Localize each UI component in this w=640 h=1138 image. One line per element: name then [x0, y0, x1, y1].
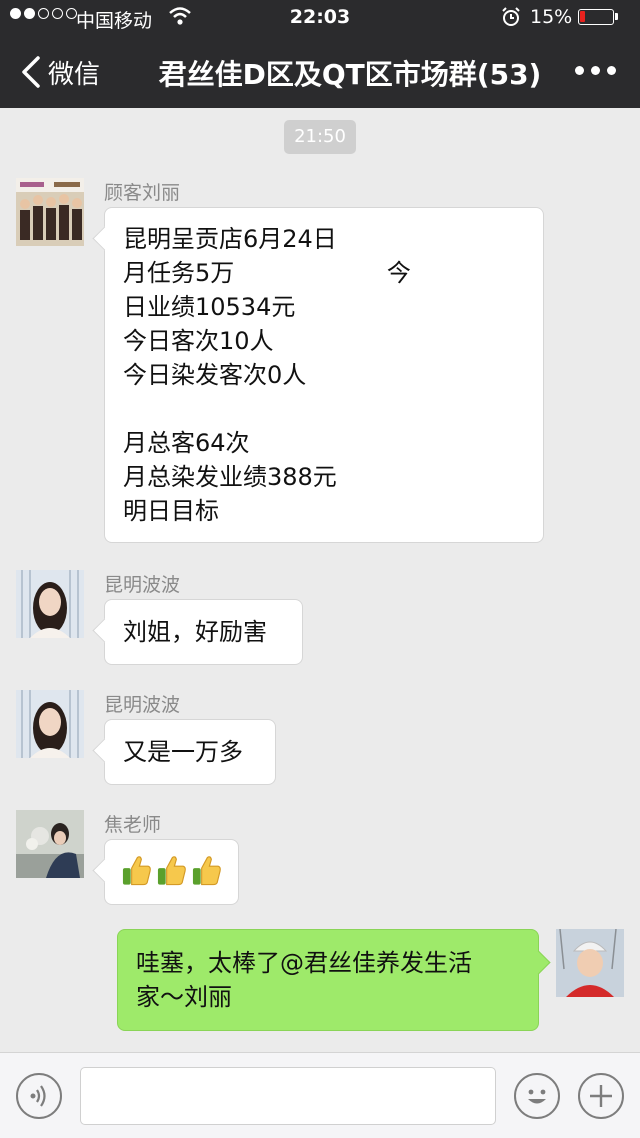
message-line: 今日染发客次0人: [123, 361, 307, 389]
avatar-customer-liuli[interactable]: [16, 178, 84, 246]
message-bubble[interactable]: 又是一万多: [104, 719, 276, 785]
message-line: 今日客次10人: [123, 327, 274, 355]
sender-name: 昆明波波: [104, 694, 181, 716]
sender-name: 昆明波波: [104, 574, 181, 596]
sender-name: 焦老师: [104, 814, 162, 836]
message-line: 家～刘丽: [136, 983, 232, 1011]
battery-percent: 15%: [530, 6, 573, 28]
sender-name: 顾客刘丽: [104, 182, 181, 204]
emoji-icon[interactable]: [514, 1073, 560, 1119]
chevron-left-icon: [22, 56, 40, 88]
thumbs-up-icon: [192, 856, 221, 886]
avatar-teacher-jiao[interactable]: [16, 810, 84, 878]
avatar-kunming-bobo[interactable]: [16, 570, 84, 638]
voice-icon[interactable]: [16, 1073, 62, 1119]
timestamp-badge: 21:50: [284, 120, 356, 154]
avatar-kunming-bobo[interactable]: [16, 690, 84, 758]
alarm-clock-icon: [500, 6, 522, 33]
message-line: 昆明呈贡店6月24日: [123, 225, 337, 253]
back-label: 微信: [48, 59, 101, 90]
message-input[interactable]: [80, 1067, 496, 1125]
message-text: 刘姐，好励害: [123, 618, 267, 646]
message-text: 又是一万多: [123, 738, 243, 766]
more-dots-icon[interactable]: [575, 66, 616, 75]
thumbs-up-icon: [157, 856, 186, 886]
message-line: 月任务5万 今: [123, 259, 411, 287]
message-bubble[interactable]: 刘姐，好励害: [104, 599, 303, 665]
thumbs-up-icon: [122, 856, 151, 886]
message-line: 月总染发业绩388元: [123, 463, 337, 491]
message-line: 明日目标: [123, 497, 219, 525]
plus-icon[interactable]: [578, 1073, 624, 1119]
status-bar: 中国移动 22:03 15%: [0, 0, 640, 36]
message-bubble[interactable]: 昆明呈贡店6月24日 月任务5万 今 日业绩10534元 今日客次10人 今日染…: [104, 207, 544, 543]
message-bubble[interactable]: [104, 839, 239, 905]
nav-bar: 微信 君丝佳D区及QT区市场群(53): [0, 36, 640, 108]
input-bar: [0, 1052, 640, 1138]
message-line: 月总客64次: [123, 429, 250, 457]
message-line: 哇塞，太棒了@君丝佳养发生活: [136, 949, 472, 977]
message-line: 日业绩10534元: [123, 293, 296, 321]
avatar-me[interactable]: [556, 929, 624, 997]
my-message-bubble[interactable]: 哇塞，太棒了@君丝佳养发生活 家～刘丽: [117, 929, 539, 1031]
message-line: [123, 392, 525, 426]
back-button[interactable]: 微信: [14, 52, 100, 92]
battery-icon: [578, 9, 618, 25]
chat-title: 君丝佳D区及QT区市场群(53): [158, 58, 542, 91]
